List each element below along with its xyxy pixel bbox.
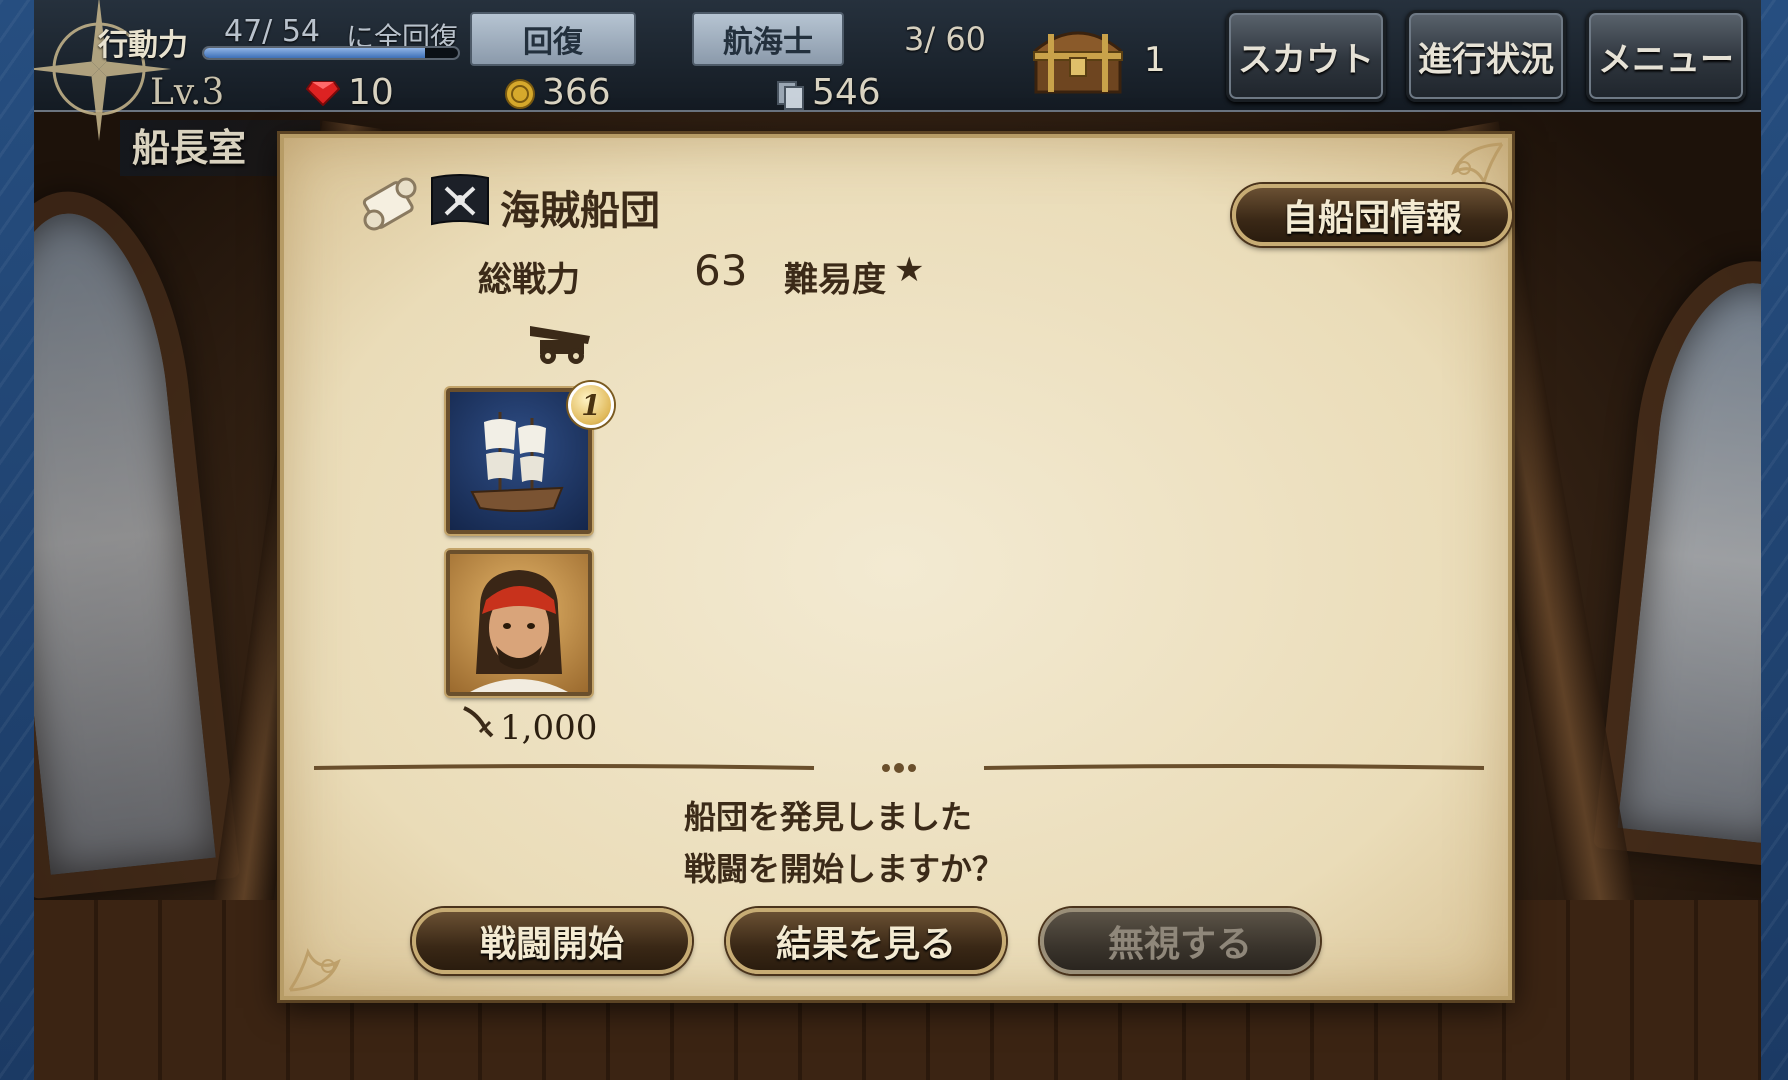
treasure-chest-icon[interactable]	[1030, 20, 1126, 96]
ignore-button[interactable]: 無視する	[1040, 908, 1320, 974]
cutlass-icon	[463, 706, 494, 738]
stamina-bar-fill	[204, 48, 425, 58]
background-window-left	[34, 180, 241, 900]
progress-button[interactable]: 進行状況	[1406, 10, 1566, 102]
dialog-message-line1: 船団を発見しました	[684, 798, 973, 836]
navigator-count: 3/ 60	[904, 20, 987, 58]
menu-button[interactable]: メニュー	[1586, 10, 1746, 102]
scroll-icon	[362, 177, 417, 231]
corner-ornament	[288, 947, 341, 992]
stamina-label: 行動力	[98, 28, 188, 63]
total-power-value: 63	[694, 246, 748, 295]
game-screen: 行動力 47/ 54 に全回復 回復 航海士 3/ 60 1 スカウト 進行状況…	[34, 0, 1761, 1080]
navigator-button[interactable]: 航海士	[692, 12, 844, 66]
recover-button[interactable]: 回復	[470, 12, 636, 66]
difficulty-label: 難易度	[784, 260, 886, 300]
view-result-button[interactable]: 結果を見る	[726, 908, 1006, 974]
pirate-flag-icon	[431, 174, 489, 226]
top-status-bar: 行動力 47/ 54 に全回復 回復 航海士 3/ 60 1 スカウト 進行状況…	[34, 0, 1761, 141]
treasure-chest-count: 1	[1144, 40, 1166, 80]
start-battle-button[interactable]: 戦闘開始	[412, 908, 692, 974]
coin-count: 366	[542, 72, 611, 113]
background-window-right	[1593, 250, 1761, 870]
total-power-label: 総戦力	[478, 260, 580, 300]
cannon-icon	[530, 326, 590, 364]
ruby-gem-icon	[306, 81, 340, 106]
reward-value: 1,000	[500, 708, 598, 748]
enemy-fleet-dialog: 海賊船団 自船団情報 総戦力 63 難易度 ★ 1 1,000 船団を発見しまし…	[280, 134, 1512, 1000]
own-fleet-info-button[interactable]: 自船団情報	[1232, 184, 1512, 246]
difficulty-stars: ★	[894, 250, 925, 290]
dialog-message-line2: 戦闘を開始しますか？	[684, 850, 1005, 888]
captain-portrait	[470, 570, 568, 692]
enemy-captain-card[interactable]	[446, 550, 592, 696]
stamina-value: 47/ 54	[224, 14, 320, 49]
ship-count-badge: 1	[568, 382, 614, 428]
stamina-bar	[202, 46, 460, 60]
card-count: 546	[812, 72, 881, 113]
ship-icon	[470, 412, 564, 512]
gold-coin-icon	[505, 79, 535, 109]
card-stack-icon	[777, 81, 804, 110]
enemy-fleet-name: 海賊船団	[500, 188, 660, 234]
ornamental-divider	[314, 763, 1484, 773]
player-level: Lv.3	[150, 72, 225, 113]
gem-count: 10	[348, 72, 394, 113]
scout-button[interactable]: スカウト	[1226, 10, 1386, 102]
